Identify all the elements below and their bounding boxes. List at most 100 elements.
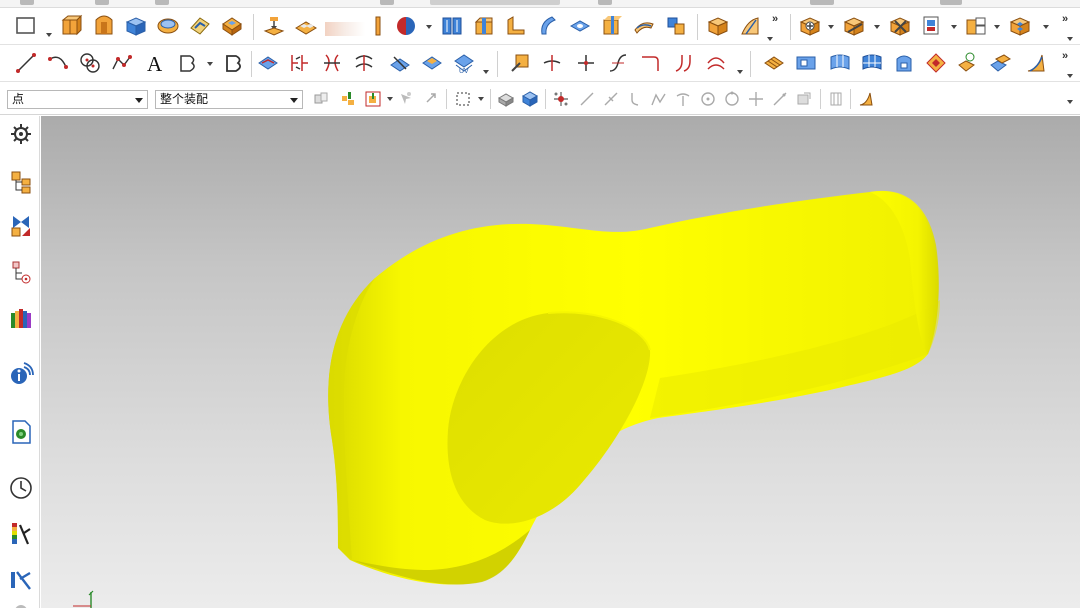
join-curve-icon[interactable]	[220, 49, 248, 77]
curve-length-icon[interactable]	[702, 49, 730, 77]
solid-icon[interactable]	[496, 89, 516, 109]
thicken-icon[interactable]	[886, 12, 914, 40]
section-curve-icon[interactable]	[318, 49, 346, 77]
dropdown-arrow[interactable]	[993, 22, 1001, 32]
end-point-icon[interactable]	[577, 89, 597, 109]
shell-icon[interactable]	[260, 12, 288, 40]
line-icon[interactable]	[12, 49, 40, 77]
quadrant-icon[interactable]	[698, 89, 718, 109]
sketch-rectangle-icon[interactable]	[12, 12, 40, 40]
selection-scope-dropdown[interactable]: 整个装配	[155, 90, 303, 109]
assembly-icon[interactable]	[311, 89, 331, 109]
styled-face-icon[interactable]	[856, 89, 876, 109]
yellow-elbow-part[interactable]	[41, 116, 1080, 608]
text-icon[interactable]: A	[142, 49, 170, 77]
intersection-icon[interactable]	[649, 89, 669, 109]
arc-icon[interactable]	[44, 49, 72, 77]
bounded-plane-icon[interactable]	[890, 49, 918, 77]
pad-icon[interactable]	[502, 12, 530, 40]
sweep-surface-icon[interactable]	[858, 49, 886, 77]
extrude-icon[interactable]	[58, 12, 86, 40]
divide-curve-icon[interactable]	[506, 49, 534, 77]
dropdown-arrow[interactable]	[736, 67, 744, 77]
palette-icon[interactable]	[7, 520, 35, 548]
bridge-curve-icon[interactable]	[386, 49, 414, 77]
slot-icon[interactable]	[438, 12, 466, 40]
circle-icon[interactable]	[76, 49, 104, 77]
filter-reset-icon[interactable]	[826, 89, 846, 109]
analysis-icon[interactable]	[7, 566, 35, 594]
split-body-icon[interactable]	[598, 12, 626, 40]
clock-icon[interactable]	[7, 474, 35, 502]
dropdown-arrow[interactable]	[1066, 34, 1074, 44]
graphics-viewport[interactable]	[41, 116, 1080, 608]
fillet-curve-icon[interactable]	[538, 49, 566, 77]
point-on-curve-icon[interactable]	[746, 89, 766, 109]
ruled-surface-icon[interactable]	[826, 49, 854, 77]
move-icon[interactable]	[422, 89, 442, 109]
dropdown-arrow[interactable]	[766, 34, 774, 44]
pattern-icon[interactable]	[1006, 12, 1034, 40]
tube-icon[interactable]	[566, 12, 594, 40]
surface-mesh-icon[interactable]	[760, 49, 788, 77]
extract-curve-icon[interactable]	[350, 49, 378, 77]
offset-face-icon[interactable]	[796, 12, 824, 40]
block-icon[interactable]	[122, 12, 150, 40]
chamfer-curve-icon[interactable]	[572, 49, 600, 77]
web-browser-icon[interactable]	[7, 360, 35, 388]
boss-icon[interactable]	[364, 12, 392, 40]
dropdown-arrow[interactable]	[477, 94, 485, 104]
dropdown-arrow[interactable]	[386, 94, 394, 104]
blend-icon[interactable]	[186, 12, 214, 40]
draft-icon[interactable]	[736, 12, 764, 40]
dropdown-arrow[interactable]	[1042, 22, 1050, 32]
toolbar-overflow-chevron[interactable]: »	[1062, 14, 1068, 25]
subtract-icon[interactable]	[630, 12, 658, 40]
spline-icon[interactable]	[108, 49, 136, 77]
roles-icon[interactable]	[7, 600, 35, 608]
mid-point-icon[interactable]	[601, 89, 621, 109]
snap-icon[interactable]	[339, 89, 359, 109]
unite-icon[interactable]	[662, 12, 690, 40]
bounded-icon[interactable]	[794, 89, 814, 109]
dropdown-arrow[interactable]	[827, 22, 835, 32]
dropdown-arrow[interactable]	[873, 22, 881, 32]
pick-icon[interactable]	[396, 89, 416, 109]
patch-icon[interactable]	[986, 49, 1014, 77]
settings-icon[interactable]	[7, 120, 35, 148]
body-icon[interactable]	[520, 89, 540, 109]
styled-surface-icon[interactable]	[1022, 49, 1050, 77]
history-icon[interactable]	[7, 418, 35, 446]
type-filter-dropdown[interactable]: 点	[7, 90, 148, 109]
hole-icon[interactable]	[292, 12, 320, 40]
pocket-icon[interactable]	[392, 12, 420, 40]
groove-icon[interactable]	[470, 12, 498, 40]
chamfer-icon[interactable]	[218, 12, 246, 40]
face-select-icon[interactable]	[363, 89, 383, 109]
dropdown-arrow[interactable]	[1066, 97, 1074, 107]
toolbar-overflow-chevron[interactable]: »	[1062, 51, 1068, 62]
intersect-icon[interactable]	[704, 12, 732, 40]
assembly-navigator-icon[interactable]	[7, 212, 35, 240]
fill-surface-icon[interactable]	[954, 49, 982, 77]
through-curves-icon[interactable]	[792, 49, 820, 77]
project-curve-icon[interactable]	[254, 49, 282, 77]
control-point-icon[interactable]	[625, 89, 645, 109]
constraint-navigator-icon[interactable]	[7, 258, 35, 286]
dropdown-arrow[interactable]	[206, 59, 214, 69]
mirror-icon[interactable]	[962, 12, 990, 40]
trim-curve-icon[interactable]: UV	[450, 49, 478, 77]
curve-offset-icon[interactable]	[174, 49, 202, 77]
corner-curve-icon[interactable]	[636, 49, 664, 77]
reuse-library-icon[interactable]	[7, 304, 35, 332]
revolve-icon[interactable]	[90, 12, 118, 40]
existing-point-icon[interactable]	[722, 89, 742, 109]
cylinder-icon[interactable]	[154, 12, 182, 40]
stretch-curve-icon[interactable]	[604, 49, 632, 77]
sweep-icon[interactable]	[534, 12, 562, 40]
scale-icon[interactable]	[918, 12, 946, 40]
n-sided-icon[interactable]	[922, 49, 950, 77]
intersect-curve-icon[interactable]	[286, 49, 314, 77]
dropdown-arrow[interactable]	[425, 22, 433, 32]
rect-select-icon[interactable]	[453, 89, 473, 109]
